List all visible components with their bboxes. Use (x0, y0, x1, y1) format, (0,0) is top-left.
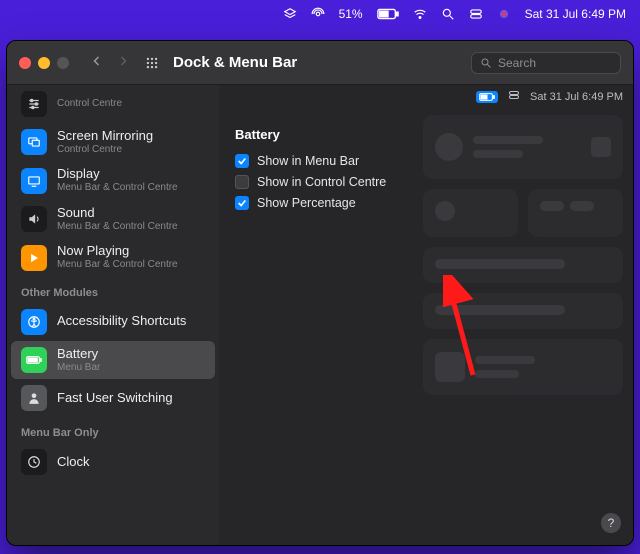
sidebar-item-fast-user-switching[interactable]: Fast User Switching (11, 379, 215, 417)
search-placeholder: Search (498, 56, 536, 70)
forward-button (117, 54, 129, 72)
search-icon[interactable] (441, 7, 455, 21)
display-icon (21, 168, 47, 194)
sound-icon (21, 206, 47, 232)
search-field[interactable]: Search (471, 52, 621, 74)
sidebar-item-sublabel: Control Centre (57, 144, 153, 156)
help-button[interactable]: ? (601, 513, 621, 533)
sidebar: Control CentreScreen MirroringControl Ce… (7, 85, 219, 545)
sidebar-item-sublabel: Menu Bar & Control Centre (57, 259, 178, 271)
play-icon (21, 245, 47, 271)
preview-datetime: Sat 31 Jul 6:49 PM (530, 91, 623, 103)
sidebar-item-label: Clock (57, 455, 90, 470)
traffic-lights (19, 57, 69, 69)
option-row: Show in Menu Bar (235, 154, 425, 168)
sidebar-item-now-playing[interactable]: Now PlayingMenu Bar & Control Centre (11, 238, 215, 276)
clock-icon (21, 449, 47, 475)
menubar-preview: Sat 31 Jul 6:49 PM (476, 89, 623, 104)
control-center-preview-icon (508, 89, 520, 104)
sidebar-section-header: Menu Bar Only (7, 417, 219, 443)
sidebar-item-label: Fast User Switching (57, 391, 173, 406)
sidebar-item-label: Display (57, 167, 178, 182)
window-toolbar: Dock & Menu Bar Search (7, 41, 633, 85)
prefs-window: Dock & Menu Bar Search Control CentreScr… (6, 40, 634, 546)
sidebar-item-sublabel: Menu Bar & Control Centre (57, 182, 178, 194)
stack-icon (283, 7, 297, 21)
sliders-icon (21, 91, 47, 117)
checkbox[interactable] (235, 196, 249, 210)
sidebar-item-sublabel: Menu Bar & Control Centre (57, 221, 178, 233)
sidebar-item-sublabel: Menu Bar (57, 362, 100, 374)
close-button[interactable] (19, 57, 31, 69)
panel-heading: Battery (235, 127, 425, 142)
wifi-icon (413, 7, 427, 21)
option-row: Show Percentage (235, 196, 425, 210)
zoom-button[interactable] (57, 57, 69, 69)
user-icon (21, 385, 47, 411)
option-label: Show Percentage (257, 196, 356, 210)
sidebar-item-label: Now Playing (57, 244, 178, 259)
battery-icon (21, 347, 47, 373)
sidebar-item-accessibility-shortcuts[interactable]: Accessibility Shortcuts (11, 303, 215, 341)
airdrop-icon (311, 7, 325, 21)
show-all-icon[interactable] (145, 56, 159, 70)
battery-preview-icon (476, 91, 498, 103)
control-center-icon[interactable] (469, 7, 483, 21)
battery-icon (377, 8, 399, 20)
sidebar-item-clock[interactable]: Clock (11, 443, 215, 481)
sidebar-item-screen-mirroring[interactable]: Screen MirroringControl Centre (11, 123, 215, 161)
sidebar-item-label: Sound (57, 206, 178, 221)
settings-panel: Sat 31 Jul 6:49 PM Battery Show in Menu … (219, 85, 633, 545)
menubar-battery-percent: 51% (339, 7, 363, 21)
checkbox[interactable] (235, 154, 249, 168)
control-center-preview-skeleton (423, 115, 623, 545)
option-label: Show in Control Centre (257, 175, 386, 189)
sidebar-item-label: Screen Mirroring (57, 129, 153, 144)
sidebar-section-header: Other Modules (7, 277, 219, 303)
sidebar-item-label: Battery (57, 347, 100, 362)
window-title: Dock & Menu Bar (173, 54, 297, 71)
sidebar-item-display[interactable]: DisplayMenu Bar & Control Centre (11, 161, 215, 199)
sidebar-item-module[interactable]: Control Centre (11, 85, 215, 123)
siri-icon[interactable] (497, 7, 511, 21)
menubar-datetime[interactable]: Sat 31 Jul 6:49 PM (525, 7, 626, 21)
sidebar-item-battery[interactable]: BatteryMenu Bar (11, 341, 215, 379)
minimize-button[interactable] (38, 57, 50, 69)
mirror-icon (21, 129, 47, 155)
option-row: Show in Control Centre (235, 175, 425, 189)
search-icon (480, 57, 492, 69)
checkbox[interactable] (235, 175, 249, 189)
back-button[interactable] (91, 54, 103, 72)
a11y-icon (21, 309, 47, 335)
sidebar-item-sound[interactable]: SoundMenu Bar & Control Centre (11, 200, 215, 238)
sidebar-item-label: Accessibility Shortcuts (57, 314, 186, 329)
option-label: Show in Menu Bar (257, 154, 359, 168)
macos-menubar: 51% Sat 31 Jul 6:49 PM (0, 0, 640, 28)
sidebar-item-sublabel: Control Centre (57, 98, 122, 110)
